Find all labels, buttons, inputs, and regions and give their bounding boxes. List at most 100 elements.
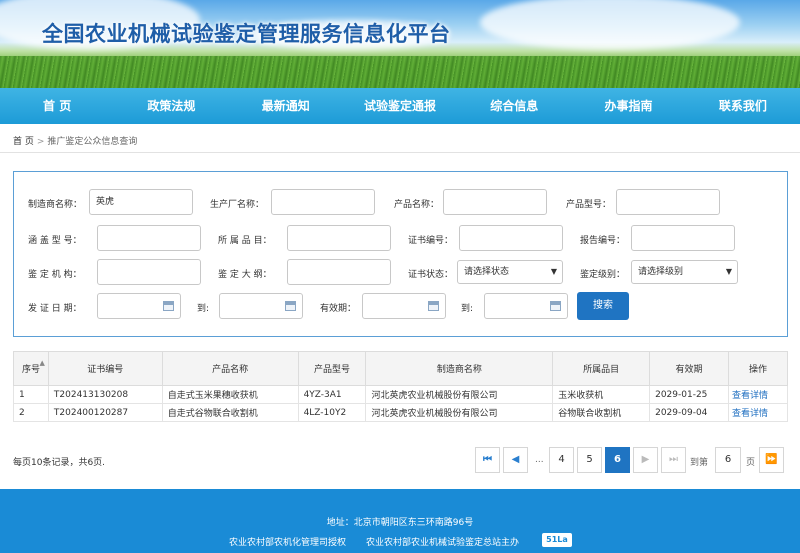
page-button[interactable]: 5 <box>577 447 602 473</box>
cert-status-label: 证书状态： <box>408 270 454 280</box>
issue-date-to-input[interactable] <box>219 293 303 319</box>
product-name-label: 产品名称： <box>394 200 440 210</box>
to-label: 到: <box>461 304 474 314</box>
table-cell: 2029-01-25 <box>649 385 730 404</box>
pagination: ⏮ ◀ ... 4 5 6 ▶ ⏭ 到第 6 页 ⏩ <box>0 447 800 475</box>
cert-no-label: 证书编号： <box>408 236 454 246</box>
producer-label: 生产厂名称： <box>210 200 265 210</box>
table-cell: T202413130208 <box>47 385 163 404</box>
outline-label: 鉴 定 大 纲： <box>218 270 272 280</box>
table-cell: 自走式玉米果穗收获机 <box>161 385 299 404</box>
ellipsis: ... <box>535 455 544 465</box>
valid-from-input[interactable] <box>362 293 446 319</box>
coverage-label: 涵 盖 型 号： <box>28 236 82 246</box>
view-details-link[interactable]: 查看详情 <box>728 385 788 404</box>
level-select[interactable]: 请选择级别 ▼ <box>631 260 738 284</box>
table-row: 1 T202413130208 自走式玉米果穗收获机 4YZ-3A1 河北英虎农… <box>13 385 788 404</box>
nav-item-home[interactable]: 首 页 <box>0 88 114 124</box>
footer-host: 农业农村部农业机械试验鉴定总站主办 <box>366 538 520 548</box>
prev-page-button[interactable]: ◀ <box>503 447 528 473</box>
breadcrumb-home[interactable]: 首 页 <box>13 137 34 147</box>
table-cell: 2029-09-04 <box>649 403 730 422</box>
cert-status-value: 请选择状态 <box>464 267 510 277</box>
header-banner: 全国农业机械试验鉴定管理服务信息化平台 <box>0 0 800 88</box>
cert-no-input[interactable] <box>459 225 563 251</box>
page-button-current[interactable]: 6 <box>605 447 630 473</box>
table-cell: T202400120287 <box>47 403 163 422</box>
chevron-down-icon: ▼ <box>550 267 557 276</box>
nav-item-info[interactable]: 综合信息 <box>457 88 571 124</box>
table-cell: 4YZ-3A1 <box>297 385 367 404</box>
table-cell: 4LZ-10Y2 <box>297 403 367 422</box>
report-no-label: 报告编号： <box>580 236 626 246</box>
footer: 地址：北京市朝阳区东三环南路96号 农业农村部农机化管理司授权 农业农村部农业机… <box>0 489 800 553</box>
chevron-down-icon: ▼ <box>725 267 732 276</box>
search-button[interactable]: 搜索 <box>577 292 629 320</box>
goto-suffix: 页 <box>746 458 756 468</box>
stats-badge[interactable]: 51La <box>542 533 572 547</box>
column-header: 产品型号 <box>297 351 367 386</box>
org-label: 鉴 定 机 构： <box>28 270 82 280</box>
calendar-icon[interactable] <box>285 301 296 311</box>
search-form: 制造商名称： 英虎 生产厂名称： 产品名称： 产品型号： 涵 盖 型 号： 所 … <box>13 171 788 337</box>
cert-status-select[interactable]: 请选择状态 ▼ <box>457 260 563 284</box>
breadcrumb-separator: > <box>36 137 45 147</box>
next-page-button[interactable]: ▶ <box>633 447 658 473</box>
cloud-decoration <box>480 0 740 50</box>
calendar-icon[interactable] <box>163 301 174 311</box>
manufacturer-label: 制造商名称： <box>28 200 83 210</box>
level-value: 请选择级别 <box>638 267 684 277</box>
category-label: 所 属 品 目： <box>218 236 272 246</box>
column-header: 所属品目 <box>552 351 651 386</box>
product-name-input[interactable] <box>443 189 547 215</box>
issue-date-label: 发 证 日 期： <box>28 304 82 314</box>
grass-decoration <box>0 56 800 88</box>
issue-date-from-input[interactable] <box>97 293 181 319</box>
table-header-row: 序号 ▲ 证书编号 产品名称 产品型号 制造商名称 所属品目 有效期 操作 <box>13 351 788 386</box>
product-model-label: 产品型号： <box>566 200 612 210</box>
table-cell: 2 <box>13 403 49 422</box>
level-label: 鉴定级别： <box>580 270 626 280</box>
results-table: 序号 ▲ 证书编号 产品名称 产品型号 制造商名称 所属品目 有效期 操作 1 T… <box>13 351 788 422</box>
manufacturer-input[interactable]: 英虎 <box>89 189 193 215</box>
sort-icon[interactable]: ▲ <box>40 359 45 367</box>
nav-item-policy[interactable]: 政策法规 <box>114 88 228 124</box>
page-button[interactable]: 4 <box>549 447 574 473</box>
goto-page-input[interactable]: 6 <box>715 447 741 473</box>
table-row: 2 T202400120287 自走式谷物联合收割机 4LZ-10Y2 河北英虎… <box>13 403 788 422</box>
view-details-link[interactable]: 查看详情 <box>728 403 788 422</box>
first-page-button[interactable]: ⏮ <box>475 447 500 473</box>
footer-authorized: 农业农村部农机化管理司授权 <box>229 538 347 548</box>
calendar-icon[interactable] <box>428 301 439 311</box>
nav-item-guide[interactable]: 办事指南 <box>571 88 685 124</box>
nav-item-contact[interactable]: 联系我们 <box>686 88 800 124</box>
column-header[interactable]: 序号 ▲ <box>13 351 49 386</box>
column-header: 有效期 <box>649 351 730 386</box>
org-input[interactable] <box>97 259 201 285</box>
table-cell: 谷物联合收割机 <box>552 403 651 422</box>
calendar-icon[interactable] <box>550 301 561 311</box>
valid-label: 有效期： <box>320 304 357 314</box>
valid-to-input[interactable] <box>484 293 568 319</box>
producer-input[interactable] <box>271 189 375 215</box>
outline-input[interactable] <box>287 259 391 285</box>
breadcrumb-current: 推广鉴定公众信息查询 <box>47 137 138 147</box>
table-cell: 1 <box>13 385 49 404</box>
column-header: 操作 <box>728 351 788 386</box>
table-cell: 河北英虎农业机械股份有限公司 <box>365 385 554 404</box>
report-no-input[interactable] <box>631 225 735 251</box>
table-cell: 自走式谷物联合收割机 <box>161 403 299 422</box>
coverage-input[interactable] <box>97 225 201 251</box>
goto-page-button[interactable]: ⏩ <box>759 447 784 473</box>
main-nav: 首 页 政策法规 最新通知 试验鉴定通报 综合信息 办事指南 联系我们 <box>0 88 800 124</box>
nav-item-bulletin[interactable]: 试验鉴定通报 <box>343 88 457 124</box>
category-input[interactable] <box>287 225 391 251</box>
footer-address: 地址：北京市朝阳区东三环南路96号 <box>326 518 474 528</box>
table-cell: 河北英虎农业机械股份有限公司 <box>365 403 554 422</box>
nav-item-notices[interactable]: 最新通知 <box>229 88 343 124</box>
site-title: 全国农业机械试验鉴定管理服务信息化平台 <box>42 22 451 46</box>
column-header: 产品名称 <box>161 351 299 386</box>
product-model-input[interactable] <box>616 189 720 215</box>
goto-prefix: 到第 <box>690 458 709 468</box>
last-page-button[interactable]: ⏭ <box>661 447 686 473</box>
